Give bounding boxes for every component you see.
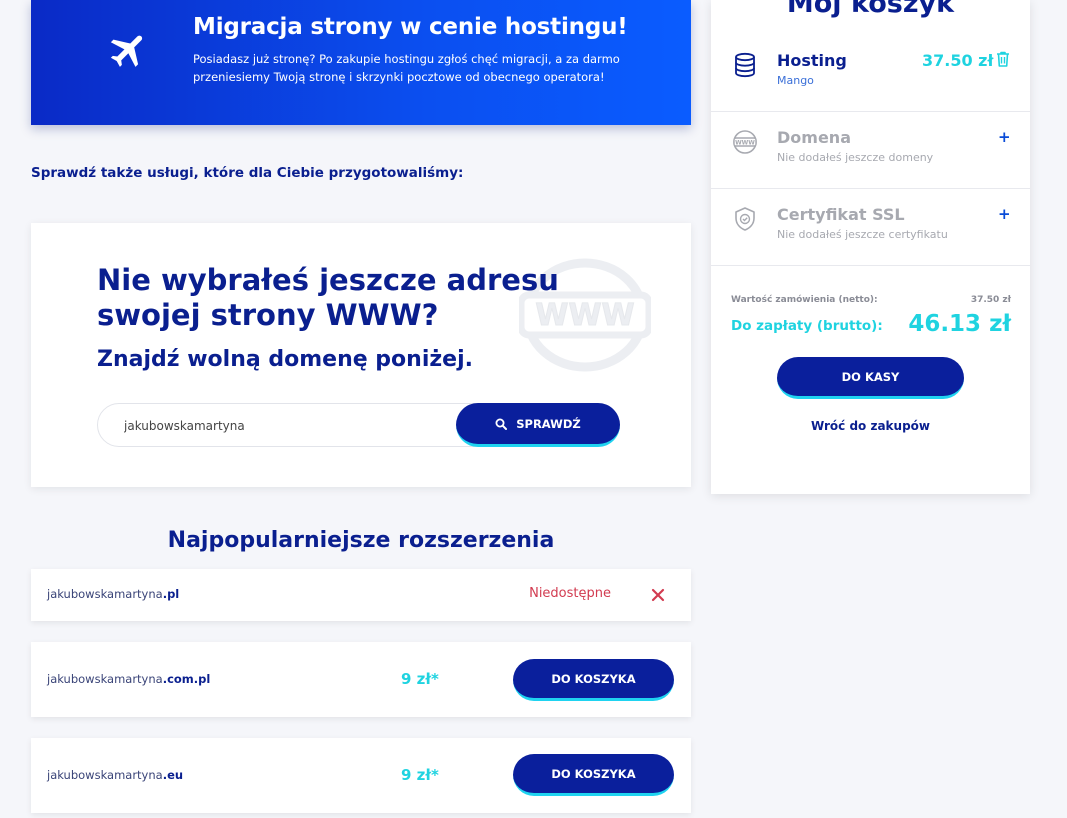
cart-panel: Mój koszyk Hosting Mango 37.50 zł WWW Do… (711, 0, 1030, 494)
cart-item-hosting: Hosting Mango 37.50 zł (711, 35, 1030, 112)
add-to-cart-button[interactable]: DO KOSZYKA (513, 659, 674, 701)
database-icon (735, 52, 755, 78)
migration-banner: Migracja strony w cenie hostingu! Posiad… (31, 0, 691, 125)
cart-item-note: Nie dodałeś jeszcze domeny (777, 151, 934, 164)
cart-item-plan: Mango (777, 74, 814, 87)
unavailable-status: Niedostępne (529, 586, 611, 601)
net-total-label: Wartość zamówienia (netto): (731, 295, 878, 305)
shield-check-icon (735, 207, 755, 231)
check-domain-button[interactable]: SPRAWDŹ (456, 403, 620, 447)
cart-item-price: 37.50 zł (922, 51, 994, 70)
search-title: Nie wybrałeś jeszcze adresu swojej stron… (97, 263, 559, 332)
domain-name: jakubowskamartyna.pl (47, 587, 180, 601)
trash-icon[interactable] (994, 50, 1012, 68)
popular-extensions-title: Najpopularniejsze rozszerzenia (167, 528, 555, 553)
domain-name: jakubowskamartyna.com.pl (47, 672, 211, 686)
domain-name: jakubowskamartyna.eu (47, 768, 184, 782)
add-ssl-button[interactable]: + (998, 205, 1011, 223)
cart-item-name: Domena (777, 128, 851, 147)
net-total-row: Wartość zamówienia (netto): 37.50 zł (731, 295, 1011, 305)
search-icon (495, 418, 508, 430)
cart-item-name: Hosting (777, 51, 847, 70)
domain-search-card: WWW Nie wybrałeś jeszcze adresu swojej s… (31, 223, 691, 487)
add-domain-button[interactable]: + (998, 128, 1011, 146)
www-icon: WWW (733, 130, 757, 154)
search-subtitle: Znajdź wolną domenę poniżej. (97, 347, 473, 372)
check-domain-label: SPRAWDŹ (516, 416, 581, 431)
close-icon (651, 588, 665, 602)
cart-item-note: Nie dodałeś jeszcze certyfikatu (777, 228, 948, 241)
cart-item-name: Certyfikat SSL (777, 205, 905, 224)
domain-search-input[interactable] (124, 416, 444, 436)
cart-title: Mój koszyk (786, 0, 955, 19)
gross-total-label: Do zapłaty (brutto): (731, 318, 883, 334)
gross-total-value: 46.13 zł (908, 311, 1011, 337)
checkout-button[interactable]: DO KASY (777, 357, 964, 399)
domain-price: 9 zł* (401, 766, 439, 784)
svg-text:WWW: WWW (735, 139, 755, 146)
net-total-value: 37.50 zł (970, 295, 1011, 305)
extension-row-pl: jakubowskamartyna.pl Niedostępne (31, 569, 691, 621)
also-heading: Sprawdź także usługi, które dla Ciebie p… (31, 165, 464, 181)
back-to-shopping-link[interactable]: Wróć do zakupów (711, 419, 1030, 433)
extension-row-com-pl: jakubowskamartyna.com.pl 9 zł* DO KOSZYK… (31, 642, 691, 717)
banner-title: Migracja strony w cenie hostingu! (193, 14, 628, 40)
cart-item-ssl: Certyfikat SSL Nie dodałeś jeszcze certy… (711, 189, 1030, 266)
cart-item-domain: WWW Domena Nie dodałeś jeszcze domeny + (711, 112, 1030, 189)
banner-text: Posiadasz już stronę? Po zakupie hosting… (193, 52, 620, 84)
extension-row-eu: jakubowskamartyna.eu 9 zł* DO KOSZYKA (31, 738, 691, 813)
add-to-cart-button[interactable]: DO KOSZYKA (513, 754, 674, 796)
airplane-icon (110, 35, 143, 67)
domain-price: 9 zł* (401, 670, 439, 688)
